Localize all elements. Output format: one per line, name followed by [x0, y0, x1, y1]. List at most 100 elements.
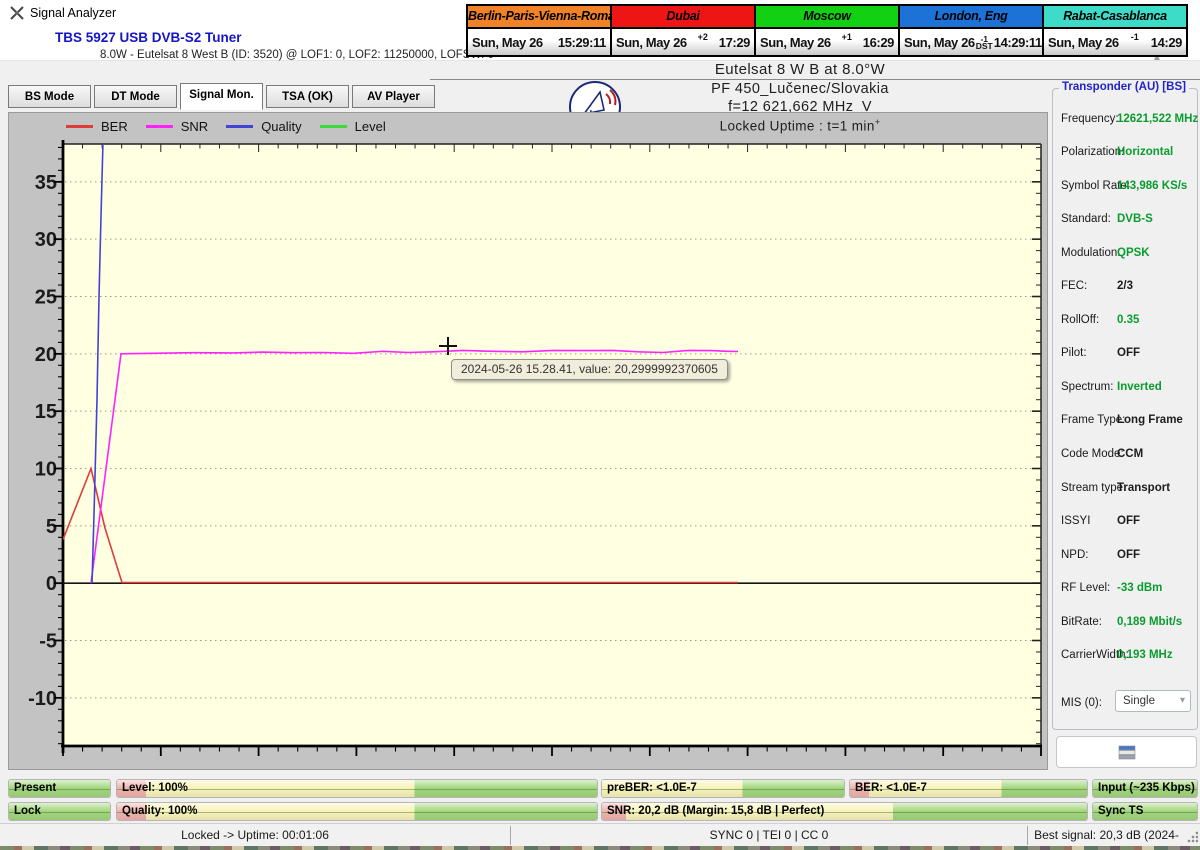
list-icon: [1118, 745, 1135, 759]
field-label: Frame Type:: [1061, 414, 1126, 427]
clock-utc-offset: -1: [1130, 32, 1139, 42]
chart-legend: BER SNR Quality Level: [9, 113, 386, 139]
legend-label: Quality: [261, 118, 302, 134]
clock-time: 15:29:11: [557, 34, 607, 50]
transponder-field-12: ISSYI OFF: [1053, 511, 1199, 531]
field-value: Inverted: [1117, 380, 1162, 393]
clock-city: Dubai: [612, 6, 754, 29]
clock-3: London, Eng Sun, May 26 -1 DST 14:29:11: [898, 4, 1044, 57]
field-value: 0.35: [1117, 313, 1140, 326]
legend-item-ber: BER: [66, 119, 128, 134]
legend-swatch-ber: [66, 124, 93, 128]
bar-label: Sync TS: [1098, 805, 1144, 817]
legend-item-quality: Quality: [226, 118, 302, 134]
tab-dt-mode[interactable]: DT Mode: [94, 85, 177, 108]
field-value: 143,986 KS/s: [1117, 179, 1188, 192]
site-name: PF 450_Lučenec/Slovakia: [711, 81, 889, 97]
transponder-field-10: Code Mode: CCM: [1053, 444, 1199, 464]
field-label: NPD:: [1061, 548, 1089, 561]
tab-signal-mon-[interactable]: Signal Mon.: [180, 83, 263, 110]
clock-time-row: Sun, May 26 -1 DST 14:29:11: [900, 29, 1042, 55]
field-label: FEC:: [1061, 280, 1088, 293]
status-uptime: Locked -> Uptime: 00:01:06: [181, 828, 329, 842]
field-value: Long Frame: [1117, 414, 1183, 427]
y-tick-label: 0: [46, 573, 57, 595]
clock-time-row: Sun, May 26 +1 16:29: [756, 29, 898, 55]
bar-label: Present: [14, 782, 57, 794]
mis-dropdown[interactable]: Single ▾: [1115, 690, 1191, 712]
resize-grip[interactable]: [1187, 827, 1198, 843]
legend-swatch-snr: [145, 124, 173, 128]
indicator-preber: preBER: <1.0E-7: [601, 779, 845, 798]
field-value: 0,189 Mbit/s: [1117, 615, 1183, 628]
field-value: DVB-S: [1117, 213, 1153, 226]
clock-city: Rabat-Casablanca: [1044, 6, 1186, 29]
bar-label: Lock: [14, 805, 41, 817]
satellite-title: Eutelsat 8 W B at 8.0°W: [714, 61, 886, 78]
tuner-details: 8.0W - Eutelsat 8 West B (ID: 3520) @ LO…: [100, 49, 494, 61]
transponder-field-4: Modulation: QPSK: [1053, 243, 1199, 263]
y-tick-label: -10: [28, 688, 57, 710]
bar-label: preBER: <1.0E-7: [607, 782, 697, 794]
transponder-field-mis: MIS (0): Single ▾: [1053, 690, 1199, 713]
bar-midline: [117, 789, 597, 790]
field-label: RF Level:: [1061, 582, 1111, 595]
clock-time: 14:29:11: [993, 34, 1043, 50]
transponder-list-button[interactable]: [1056, 736, 1197, 768]
indicator-input-235-kbps-: Input (~235 Kbps): [1092, 779, 1198, 798]
signal-chart[interactable]: 35 30 25 20 15 10 5 0 -5 -10: [9, 113, 1047, 769]
field-label: Code Mode:: [1061, 448, 1124, 460]
indicator-snr: SNR: 20,2 dB (Margin: 15,8 dB | Perfect): [601, 802, 1088, 821]
field-value: 0,193 MHz: [1117, 649, 1173, 662]
field-label: RollOff:: [1061, 313, 1100, 326]
status-best-signal: Best signal: 20,3 dB (2024-05-26 15:28): [1034, 828, 1179, 842]
field-value: Transport: [1117, 481, 1171, 494]
tab-av-player[interactable]: AV Player: [352, 85, 435, 108]
indicator-lock: Lock: [8, 802, 111, 821]
tab-bs-mode[interactable]: BS Mode: [8, 85, 91, 108]
indicator-quality: Quality: 100%: [116, 802, 598, 821]
transponder-panel-title: Transponder (AU) [BS]: [1059, 81, 1189, 93]
clock-city: Moscow: [756, 6, 898, 29]
status-bar: Locked -> Uptime: 00:01:06 SYNC 0 | TEI …: [0, 823, 1200, 847]
indicator-ber: BER: <1.0E-7: [849, 779, 1088, 798]
clock-time: 14:29: [1150, 34, 1183, 50]
clock-4: Rabat-Casablanca Sun, May 26 -1 14:29: [1042, 4, 1188, 57]
tab-tsa-ok-[interactable]: TSA (OK): [266, 85, 349, 108]
clock-1: Dubai Sun, May 26 +2 17:29: [610, 4, 756, 57]
field-label: Frequency:: [1061, 112, 1119, 125]
y-tick-label: -5: [39, 631, 57, 653]
y-tick-label: 15: [35, 401, 57, 423]
transponder-field-1: Polarization: Horizontal: [1053, 142, 1199, 162]
clock-city: London, Eng: [900, 6, 1042, 29]
world-clocks: Berlin-Paris-Vienna-Roma Sun, May 26 15:29…: [466, 4, 1188, 57]
signal-chart-panel: 35 30 25 20 15 10 5 0 -5 -10 BER SNR Quality Level 2…: [8, 112, 1048, 770]
clock-date: Sun, May 26: [472, 34, 543, 50]
mis-value: Single: [1123, 695, 1155, 707]
transponder-field-13: NPD: OFF: [1053, 545, 1199, 565]
locked-uptime-text: Locked Uptime : t=1 min: [719, 118, 875, 134]
clock-city: Berlin-Paris-Vienna-Roma: [468, 6, 610, 29]
field-label: Spectrum:: [1061, 380, 1114, 393]
clock-time: 16:29: [862, 34, 895, 50]
plot-area[interactable]: [63, 144, 1041, 746]
bar-label: Input (~235 Kbps): [1098, 782, 1195, 794]
locked-uptime-sup: +: [874, 117, 881, 127]
field-label: Pilot:: [1061, 347, 1087, 360]
field-value: QPSK: [1117, 246, 1150, 259]
clock-date: Sun, May 26: [1048, 34, 1119, 50]
clock-time-row: Sun, May 26 +2 17:29: [612, 29, 754, 55]
bar-label: Level: 100%: [122, 782, 188, 794]
legend-label: BER: [101, 118, 128, 134]
y-tick-label: 30: [35, 229, 57, 251]
field-label: MIS (0):: [1061, 697, 1102, 709]
legend-swatch-level: [319, 124, 347, 128]
legend-label: Level: [354, 118, 386, 134]
clock-time-row: Sun, May 26 15:29:11: [468, 29, 610, 55]
clock-date: Sun, May 26: [616, 34, 687, 50]
y-tick-label: 25: [35, 287, 57, 309]
bar-label: Quality: 100%: [122, 805, 198, 817]
legend-swatch-quality: [226, 124, 254, 128]
transponder-field-8: Spectrum: Inverted: [1053, 377, 1199, 397]
transponder-field-9: Frame Type: Long Frame: [1053, 410, 1199, 430]
